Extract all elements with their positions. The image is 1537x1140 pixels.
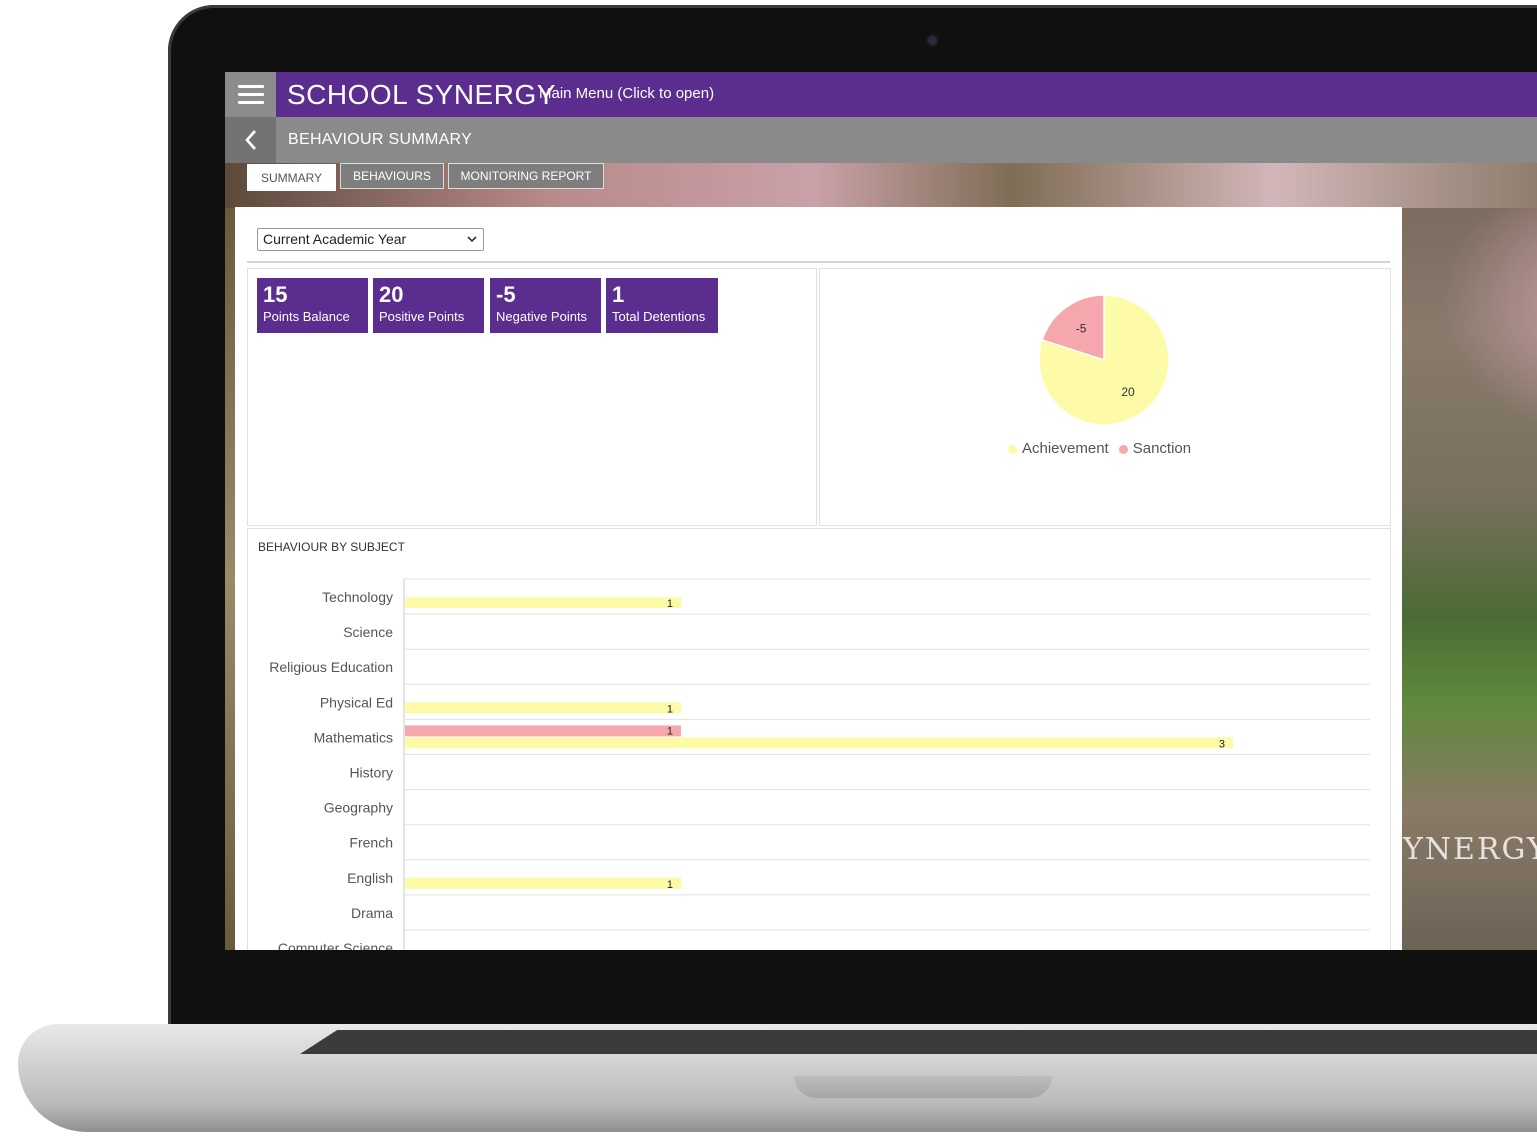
hamburger-menu-button[interactable] bbox=[225, 72, 276, 117]
bar-sanction[interactable] bbox=[405, 725, 681, 737]
brand-logo: SCHOOL SYNERGY bbox=[287, 79, 556, 110]
page-title: BEHAVIOUR SUMMARY bbox=[288, 131, 473, 148]
pie-data-label: -5 bbox=[1076, 321, 1087, 335]
stat-value: 20 bbox=[379, 282, 404, 307]
stat-positive-points: 20 Positive Points bbox=[373, 278, 484, 333]
pie-chart-panel: 20 -5 Achievement Sanction bbox=[819, 268, 1391, 526]
category-tick-label: French bbox=[349, 835, 393, 851]
legend-item-sanction[interactable]: Sanction bbox=[1118, 440, 1192, 457]
category-tick-label: Physical Ed bbox=[320, 694, 393, 710]
stat-total-detentions: 1 Total Detentions bbox=[606, 278, 718, 333]
filter-row: Current Academic Year bbox=[247, 217, 1390, 263]
legend-item-achievement[interactable]: Achievement bbox=[1008, 440, 1109, 457]
laptop-notch bbox=[794, 1076, 1052, 1098]
category-tick-label: Religious Education bbox=[269, 659, 393, 675]
behaviour-by-subject-panel: BEHAVIOUR BY SUBJECT Technology 1 Science R… bbox=[247, 528, 1391, 950]
stat-negative-points: -5 Negative Points bbox=[490, 278, 601, 333]
category-tick-label: Geography bbox=[324, 800, 393, 816]
bar-achievement[interactable] bbox=[405, 702, 681, 714]
pie-chart: 20 -5 bbox=[1038, 294, 1170, 426]
main-content: Current Academic Year 15 Points Balance … bbox=[235, 207, 1402, 950]
category-tick-label: History bbox=[349, 765, 393, 781]
bar-data-label: 1 bbox=[667, 879, 673, 891]
legend-swatch bbox=[1008, 444, 1017, 454]
behaviour-by-subject-chart: Technology 1 Science Religious Education Phy… bbox=[269, 578, 1370, 950]
pie-data-label: 20 bbox=[1121, 385, 1135, 399]
stat-value: -5 bbox=[496, 282, 516, 307]
hamburger-icon-line bbox=[237, 101, 264, 104]
category-tick-label: Science bbox=[343, 624, 393, 640]
background-watermark: YNERGY bbox=[1403, 832, 1537, 867]
bar-data-label: 1 bbox=[667, 725, 673, 737]
legend-label: Achievement bbox=[1022, 440, 1109, 457]
chevron-down-icon bbox=[467, 236, 477, 243]
category-tick-label: Computer Science bbox=[278, 940, 393, 950]
bar-data-label: 3 bbox=[1219, 738, 1225, 750]
stats-panel: 15 Points Balance 20 Positive Points -5 … bbox=[247, 268, 817, 526]
academic-year-select[interactable]: Current Academic Year bbox=[257, 228, 484, 251]
stat-value: 15 bbox=[263, 282, 288, 307]
hamburger-icon-line bbox=[237, 93, 264, 96]
top-bar: SCHOOL SYNERGY Main Menu (Click to open) bbox=[225, 72, 1537, 117]
stat-points-balance: 15 Points Balance bbox=[257, 278, 368, 333]
bar-data-label: 1 bbox=[667, 598, 673, 610]
camera-icon bbox=[928, 36, 937, 45]
tab-behaviours[interactable]: BEHAVIOURS bbox=[340, 163, 444, 189]
screen: YNERGY SCHOOL SYNERGY Main Menu (Click t… bbox=[225, 72, 1537, 950]
back-button[interactable] bbox=[225, 117, 276, 163]
bar-achievement[interactable] bbox=[405, 877, 681, 889]
chevron-left-icon bbox=[244, 130, 256, 150]
category-tick-label: Technology bbox=[322, 589, 393, 605]
stat-label: Positive Points bbox=[379, 309, 465, 324]
stat-label: Negative Points bbox=[496, 309, 588, 324]
stat-label: Points Balance bbox=[263, 309, 350, 324]
academic-year-select-value: Current Academic Year bbox=[263, 231, 407, 247]
tab-monitoring-report[interactable]: MONITORING REPORT bbox=[448, 163, 604, 189]
stat-value: 1 bbox=[612, 282, 625, 307]
tab-summary[interactable]: SUMMARY bbox=[247, 164, 336, 191]
pie-legend: Achievement Sanction bbox=[1008, 440, 1191, 457]
main-menu-link[interactable]: Main Menu (Click to open) bbox=[539, 85, 714, 102]
bar-achievement[interactable] bbox=[405, 597, 681, 608]
bar-data-label: 1 bbox=[667, 703, 673, 715]
legend-swatch bbox=[1118, 444, 1128, 454]
legend-label: Sanction bbox=[1132, 440, 1192, 457]
category-tick-label: English bbox=[347, 870, 393, 886]
sub-bar: BEHAVIOUR SUMMARY bbox=[225, 117, 1537, 163]
category-tick-label: Mathematics bbox=[314, 729, 393, 745]
bar-achievement[interactable] bbox=[405, 737, 1233, 749]
keyboard-strip bbox=[300, 1030, 1537, 1054]
stat-label: Total Detentions bbox=[612, 309, 706, 324]
category-tick-label: Drama bbox=[351, 905, 393, 921]
hamburger-icon-line bbox=[237, 85, 264, 88]
